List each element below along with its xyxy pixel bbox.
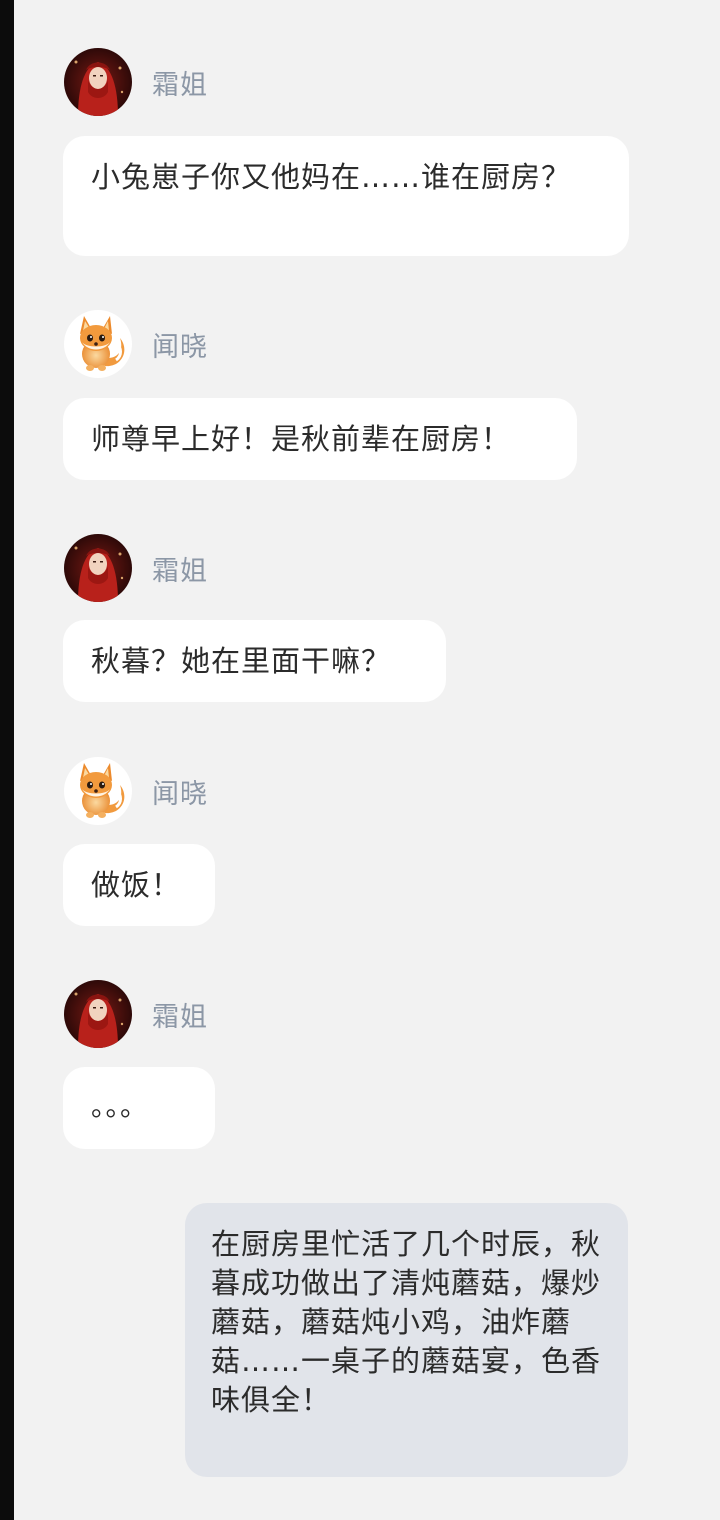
narration-bubble[interactable]: 在厨房里忙活了几个时辰，秋暮成功做出了清炖蘑菇，爆炒蘑菇，蘑菇炖小鸡，油炸蘑菇…… <box>185 1203 628 1477</box>
message-bubble[interactable]: 秋暮？她在里面干嘛？ <box>63 620 446 702</box>
message-bubble[interactable]: 小兔崽子你又他妈在……谁在厨房？ <box>63 136 629 256</box>
message-bubble[interactable]: 做饭！ <box>63 844 215 926</box>
sender-name: 闻晓 <box>152 778 208 810</box>
message-text: 秋暮？她在里面干嘛？ <box>91 644 392 678</box>
sender-name: 霜姐 <box>152 555 208 587</box>
left-edge-bar <box>0 0 14 1520</box>
message-header: 闻晓 <box>64 310 208 378</box>
message-text: 小兔崽子你又他妈在……谁在厨房？ <box>91 160 572 194</box>
message-text: 做饭！ <box>91 868 182 902</box>
sender-name: 霜姐 <box>152 69 208 101</box>
message-header: 霜姐 <box>64 534 208 602</box>
sender-name: 闻晓 <box>152 331 208 363</box>
message-bubble[interactable]: 。。。 <box>63 1067 215 1149</box>
message-text: 师尊早上好！是秋前辈在厨房！ <box>91 422 512 456</box>
message-header: 闻晓 <box>64 757 208 825</box>
message-header: 霜姐 <box>64 980 208 1048</box>
red-hooded-woman-avatar-icon[interactable] <box>64 48 132 116</box>
narration-text: 在厨房里忙活了几个时辰，秋暮成功做出了清炖蘑菇，爆炒蘑菇，蘑菇炖小鸡，油炸蘑菇…… <box>211 1227 602 1417</box>
fox-avatar-icon[interactable] <box>64 310 132 378</box>
sender-name: 霜姐 <box>152 1001 208 1033</box>
red-hooded-woman-avatar-icon[interactable] <box>64 534 132 602</box>
chat-area[interactable]: 霜姐 小兔崽子你又他妈在……谁在厨房？ 闻晓 师尊早上好！是秋前辈在厨房！ 霜姐… <box>14 0 720 1520</box>
message-text: 。。。 <box>91 1092 148 1123</box>
message-header: 霜姐 <box>64 48 208 116</box>
message-bubble[interactable]: 师尊早上好！是秋前辈在厨房！ <box>63 398 577 480</box>
fox-avatar-icon[interactable] <box>64 757 132 825</box>
red-hooded-woman-avatar-icon[interactable] <box>64 980 132 1048</box>
